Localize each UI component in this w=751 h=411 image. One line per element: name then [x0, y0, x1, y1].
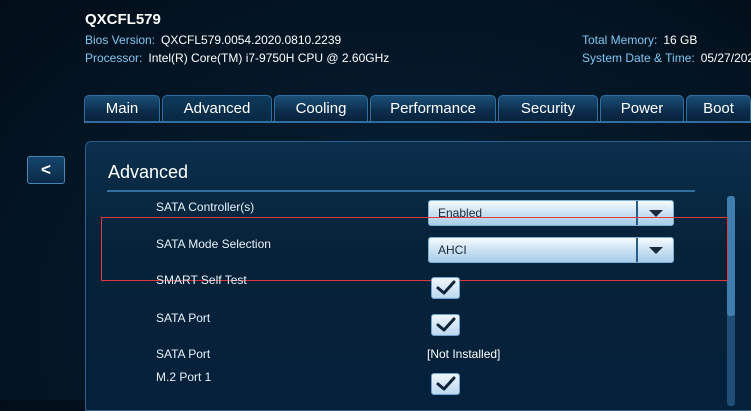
system-date-label: System Date & Time:: [582, 51, 695, 65]
sata-port-2-label: SATA Port: [156, 347, 211, 361]
tab-security[interactable]: Security: [498, 95, 598, 121]
check-icon: [436, 317, 456, 332]
sata-port-checkbox[interactable]: [431, 314, 460, 336]
total-memory-row: Total Memory: 16 GB: [582, 33, 697, 47]
processor-row: Processor: Intel(R) Core(TM) i7-9750H CPU…: [85, 51, 389, 65]
system-date-row: System Date & Time: 05/27/202: [582, 51, 751, 65]
tab-performance[interactable]: Performance: [370, 95, 496, 121]
bios-version-label: Bios Version:: [85, 33, 156, 47]
sata-port-2-value: [Not Installed]: [427, 347, 501, 361]
smart-self-test-checkbox[interactable]: [431, 277, 460, 299]
tab-power[interactable]: Power: [600, 95, 684, 121]
bios-version-row: Bios Version: QXCFL579.0054.2020.0810.223…: [85, 33, 341, 47]
header: QXCFL579 Bios Version: QXCFL579.0054.2020…: [0, 0, 751, 80]
check-icon: [436, 376, 456, 391]
system-date-value: 05/27/202: [700, 51, 751, 65]
m2-port-1-label: M.2 Port 1: [156, 370, 212, 384]
tab-advanced[interactable]: Advanced: [162, 95, 272, 121]
chevron-down-icon[interactable]: [649, 210, 663, 217]
tab-boot[interactable]: Boot: [686, 95, 751, 121]
processor-value: Intel(R) Core(TM) i7-9750H CPU @ 2.60GHz: [148, 51, 390, 65]
sata-controllers-label: SATA Controller(s): [156, 200, 255, 214]
selection-highlight: [101, 217, 728, 281]
total-memory-label: Total Memory:: [582, 33, 658, 47]
sata-port-label: SATA Port: [156, 311, 211, 325]
smart-self-test-label: SMART Self Test: [156, 273, 247, 287]
model-name: QXCFL579: [85, 11, 161, 28]
title-divider: [107, 190, 695, 192]
panel-title: Advanced: [108, 162, 189, 182]
processor-label: Processor:: [85, 51, 143, 65]
tab-divider: [84, 121, 751, 123]
scrollbar-thumb[interactable]: [727, 196, 735, 316]
check-icon: [436, 280, 456, 295]
total-memory-value: 16 GB: [663, 33, 698, 47]
bios-version-value: QXCFL579.0054.2020.0810.2239: [161, 33, 342, 47]
back-button[interactable]: <: [27, 156, 65, 184]
tab-cooling[interactable]: Cooling: [274, 95, 368, 121]
m2-port-1-checkbox[interactable]: [431, 373, 460, 395]
tab-main[interactable]: Main: [84, 95, 160, 121]
